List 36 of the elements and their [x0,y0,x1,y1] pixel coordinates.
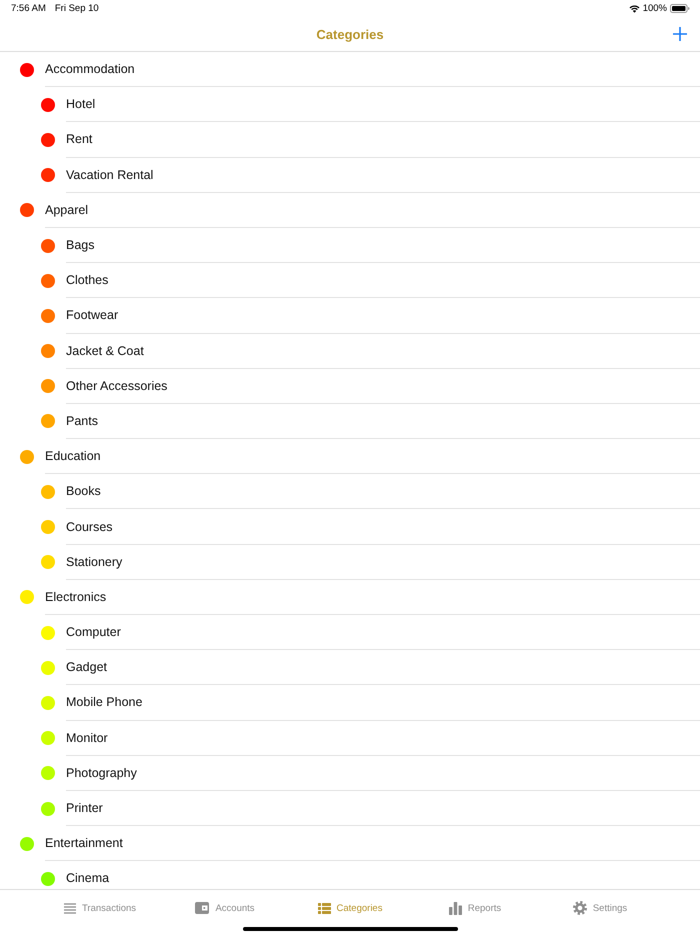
category-item[interactable]: Other Accessories [0,368,700,404]
category-item[interactable]: Gadget [0,650,700,686]
wifi-icon [628,4,640,12]
category-item[interactable]: Monitor [0,720,700,756]
category-item[interactable]: Electronics [0,580,700,615]
category-item[interactable]: Accommodation [0,52,700,88]
bar-chart-icon [448,902,462,914]
status-date: Fri Sep 10 [54,3,99,14]
status-time: 7:56 AM [11,3,46,14]
battery-percent: 100% [642,3,667,14]
category-item[interactable]: Computer [0,615,700,650]
category-item[interactable]: Footwear [0,298,700,334]
battery-icon [670,4,690,13]
category-item[interactable]: Hotel [0,87,700,122]
category-item[interactable]: Rent [0,122,700,158]
category-item[interactable]: Entertainment [0,826,700,862]
category-item[interactable]: Education [0,439,700,474]
category-item[interactable]: Pants [0,404,700,440]
category-item[interactable]: Printer [0,790,700,826]
bulleted-list-icon [318,902,331,914]
category-item[interactable]: Books [0,474,700,510]
category-item[interactable]: Clothes [0,263,700,298]
list-icon [64,902,76,914]
category-item[interactable]: Mobile Phone [0,685,700,721]
category-item[interactable]: Apparel [0,192,700,228]
category-item[interactable]: Vacation Rental [0,158,700,193]
category-item[interactable]: Courses [0,509,700,545]
category-item[interactable]: Bags [0,228,700,264]
category-item[interactable]: Photography [0,756,700,791]
category-item[interactable]: Stationery [0,544,700,580]
category-item[interactable]: Jacket & Coat [0,334,700,369]
wallet-icon [195,902,210,914]
plus-icon [673,27,687,41]
screen-title: Categories [316,26,384,42]
settings-icon [572,901,587,915]
add-button[interactable] [670,24,690,44]
